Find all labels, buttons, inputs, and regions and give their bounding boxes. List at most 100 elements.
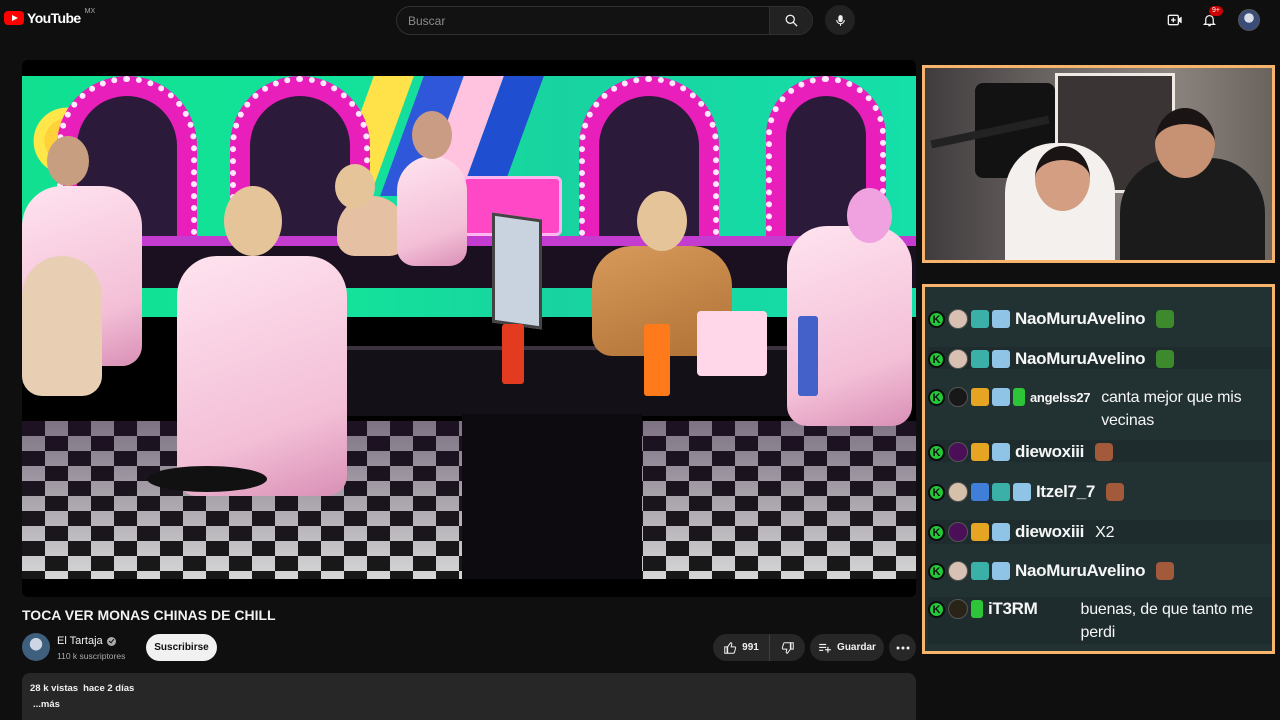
like-dislike-group: 991	[713, 634, 805, 661]
bot-badge-icon	[971, 600, 983, 618]
search-input[interactable]	[397, 7, 771, 34]
masthead: YouTube MX 9+	[0, 0, 1280, 40]
chat-message: K Itzel7_7	[928, 480, 1272, 502]
kick-badge-icon: K	[928, 444, 945, 461]
crown-badge-icon	[971, 443, 989, 461]
chat-text: X2	[1095, 524, 1115, 541]
user-avatar	[948, 387, 968, 407]
chat-text: canta mejor que mis vecinas	[1101, 389, 1242, 429]
chat-message: K NaoMuruAvelino	[928, 307, 1272, 329]
thumbs-down-icon	[781, 641, 794, 654]
hammer-badge-icon	[971, 483, 989, 501]
kick-badge-icon: K	[928, 563, 945, 580]
streamer-webcam	[922, 65, 1275, 263]
more-horizontal-icon	[896, 646, 909, 649]
kick-badge-icon: K	[928, 389, 945, 406]
search-icon	[785, 14, 798, 27]
gift-badge-icon	[971, 350, 989, 368]
sub-badge-icon	[992, 443, 1010, 461]
gift-badge-icon	[971, 310, 989, 328]
view-count: 28 k vistas	[30, 683, 79, 694]
sub-badge-icon	[992, 388, 1010, 406]
user-avatar	[948, 561, 968, 581]
notifications-badge: 9+	[1209, 6, 1223, 16]
show-more-link[interactable]: ...más	[30, 699, 908, 710]
sub-badge-icon	[1013, 483, 1031, 501]
pepe-emote-icon	[1156, 350, 1175, 368]
chat-username: NaoMuruAvelino	[1015, 349, 1146, 368]
video-frame	[22, 76, 916, 579]
user-avatar	[948, 309, 968, 329]
voice-search-button[interactable]	[825, 5, 855, 35]
chat-username: NaoMuruAvelino	[1015, 561, 1146, 580]
kick-badge-icon: K	[928, 601, 945, 618]
youtube-logo-icon	[4, 11, 24, 25]
sub-badge-icon	[992, 562, 1010, 580]
channel-name-row[interactable]: El Tartaja	[57, 635, 116, 647]
kick-badge-icon: K	[928, 351, 945, 368]
youtube-logo[interactable]: YouTube MX	[4, 7, 96, 26]
chat-username: diewoxiii	[1015, 442, 1085, 461]
like-count: 991	[742, 642, 759, 653]
stream-chat-overlay: K NaoMuruAvelino K NaoMuruAvelino K ange…	[922, 284, 1275, 654]
sub-badge-icon	[992, 350, 1010, 368]
chat-message: K NaoMuruAvelino	[928, 559, 1272, 581]
face-emote-icon	[1156, 562, 1175, 580]
thumbs-up-icon	[724, 641, 737, 654]
user-avatar	[948, 599, 968, 619]
search-box	[396, 6, 813, 35]
chat-username: diewoxiii	[1015, 522, 1085, 541]
kick-badge-icon: K	[928, 524, 945, 541]
like-button[interactable]: 991	[713, 634, 770, 661]
logo-text: YouTube	[27, 10, 81, 26]
gift-badge-icon	[992, 483, 1010, 501]
video-title: TOCA VER MONAS CHINAS DE CHILL	[22, 607, 276, 623]
account-avatar[interactable]	[1238, 9, 1260, 31]
chat-message: K iT3RM buenas, de que tanto me perdi	[928, 597, 1272, 644]
sub-badge-icon	[992, 310, 1010, 328]
bot-badge-icon	[1013, 388, 1025, 406]
face-emote-icon	[1106, 483, 1125, 501]
chat-message: K angelss27 canta mejor que mis vecinas	[928, 385, 1272, 432]
description-box[interactable]: 28 k vistas hace 2 días ...más	[22, 673, 916, 720]
save-button[interactable]: Guardar	[810, 634, 884, 661]
mic-icon	[835, 14, 845, 26]
notifications-button[interactable]: 9+	[1197, 6, 1223, 32]
chat-message: K diewoxiii	[928, 440, 1272, 462]
search-button[interactable]	[769, 7, 812, 34]
verified-icon	[106, 636, 116, 646]
create-icon	[1167, 14, 1182, 26]
chat-username: iT3RM	[988, 599, 1038, 618]
sub-badge-icon	[992, 523, 1010, 541]
channel-avatar[interactable]	[22, 633, 50, 661]
playlist-add-icon	[819, 643, 831, 653]
crown-badge-icon	[971, 388, 989, 406]
chat-username: Itzel7_7	[1036, 482, 1096, 501]
crown-badge-icon	[971, 523, 989, 541]
channel-name[interactable]: El Tartaja	[57, 635, 103, 647]
user-avatar	[948, 522, 968, 542]
face-emote-icon	[1095, 443, 1114, 461]
subscriber-count: 110 k suscriptores	[57, 651, 126, 661]
subscribe-button[interactable]: Suscribirse	[146, 634, 217, 661]
gift-badge-icon	[971, 562, 989, 580]
chat-message: K NaoMuruAvelino	[928, 347, 1272, 369]
chat-text: buenas, de que tanto me perdi	[1080, 601, 1254, 641]
more-actions-button[interactable]	[889, 634, 916, 661]
kick-badge-icon: K	[928, 484, 945, 501]
logo-country-code: MX	[84, 7, 96, 15]
save-label: Guardar	[837, 642, 876, 653]
user-avatar	[948, 349, 968, 369]
video-player[interactable]	[22, 60, 916, 597]
chat-message: K diewoxiii X2	[928, 520, 1272, 544]
kick-badge-icon: K	[928, 311, 945, 328]
pepe-emote-icon	[1156, 310, 1175, 328]
user-avatar	[948, 442, 968, 462]
upload-date: hace 2 días	[83, 683, 135, 694]
chat-username: NaoMuruAvelino	[1015, 309, 1146, 328]
user-avatar	[948, 482, 968, 502]
video-meta: 28 k vistas hace 2 días	[30, 683, 908, 694]
chat-username: angelss27	[1030, 390, 1091, 405]
dislike-button[interactable]	[770, 634, 805, 661]
create-button[interactable]	[1163, 8, 1187, 32]
